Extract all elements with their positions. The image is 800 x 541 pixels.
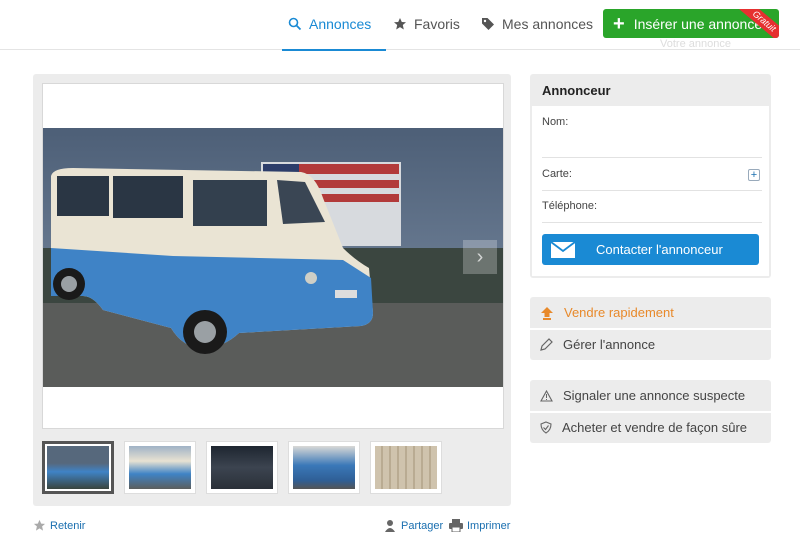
main-photo[interactable]	[43, 128, 503, 387]
retenir-link[interactable]: Retenir	[33, 519, 85, 532]
divider	[542, 222, 762, 223]
contact-button-label: Contacter l'annonceur	[596, 242, 723, 257]
star-icon	[394, 18, 406, 30]
manage-card: Vendre rapidement Gérer l'annonce	[530, 297, 771, 360]
thumbnail-3[interactable]	[206, 441, 278, 494]
shield-icon	[540, 421, 552, 434]
upload-arrow-icon	[541, 306, 553, 320]
envelope-icon	[550, 240, 576, 258]
gerer-annonce-link[interactable]: Gérer l'annonce	[530, 329, 771, 360]
contact-button[interactable]: Contacter l'annonceur	[542, 234, 759, 265]
thumbnail-1[interactable]	[42, 441, 114, 494]
tag-icon	[482, 18, 494, 30]
warning-icon	[540, 389, 553, 402]
signaler-label: Signaler une annonce suspecte	[563, 388, 746, 403]
share-icon	[385, 520, 395, 532]
vendre-rapidement-label: Vendre rapidement	[564, 305, 674, 320]
thumbnail-5[interactable]	[370, 441, 442, 494]
imprimer-label: Imprimer	[467, 519, 511, 532]
nav-mes-annonces[interactable]: Mes annonces	[481, 0, 593, 48]
thumbnail-4[interactable]	[288, 441, 360, 494]
divider	[542, 157, 762, 158]
thumbnail-2[interactable]	[124, 441, 196, 494]
vendre-rapidement-link[interactable]: Vendre rapidement	[530, 297, 771, 328]
imprimer-link[interactable]: Imprimer	[449, 519, 510, 532]
star-icon	[33, 519, 46, 531]
annonceur-details: Nom: Carte: + Téléphone: Contacter l'ann…	[532, 106, 769, 276]
annonceur-title: Annonceur	[542, 83, 611, 98]
insert-annonce-button[interactable]: + Insérer une annonce Gratuit	[603, 9, 779, 38]
search-icon	[288, 17, 302, 31]
nom-label: Nom:	[542, 116, 569, 128]
active-tab-indicator	[282, 49, 386, 51]
gerer-annonce-label: Gérer l'annonce	[563, 337, 656, 352]
nav-mes-annonces-label: Mes annonces	[502, 16, 594, 32]
nav-annonces[interactable]: Annonces	[288, 0, 371, 48]
partager-label: Partager	[401, 520, 444, 532]
securite-label: Acheter et vendre de façon sûre	[562, 420, 748, 435]
nav-annonces-label: Annonces	[309, 16, 372, 32]
faded-subtext: Votre annonce	[660, 38, 731, 50]
securite-link[interactable]: Acheter et vendre de façon sûre	[530, 412, 771, 443]
partager-link[interactable]: Partager	[383, 519, 443, 533]
main-photo-frame: ›	[42, 83, 504, 429]
divider	[542, 190, 762, 191]
photo-gallery: ›	[33, 74, 511, 506]
plus-icon: +	[613, 12, 625, 35]
annonceur-card: Annonceur Nom: Carte: + Téléphone: Conta…	[530, 74, 771, 278]
insert-annonce-label: Insérer une annonce	[633, 15, 763, 32]
top-navigation: Annonces Favoris Mes annonces + Insérer …	[0, 0, 800, 51]
telephone-label: Téléphone:	[542, 200, 598, 212]
nav-favoris-label: Favoris	[414, 16, 460, 32]
nav-favoris[interactable]: Favoris	[393, 0, 460, 48]
pencil-icon	[540, 338, 553, 351]
signaler-link[interactable]: Signaler une annonce suspecte	[530, 380, 771, 411]
retenir-label: Retenir	[50, 519, 86, 532]
expand-map-button[interactable]: +	[748, 169, 760, 181]
safety-card: Signaler une annonce suspecte Acheter et…	[530, 380, 771, 443]
print-icon	[449, 519, 463, 532]
carte-label: Carte:	[542, 168, 572, 180]
next-photo-arrow[interactable]: ›	[463, 240, 497, 274]
